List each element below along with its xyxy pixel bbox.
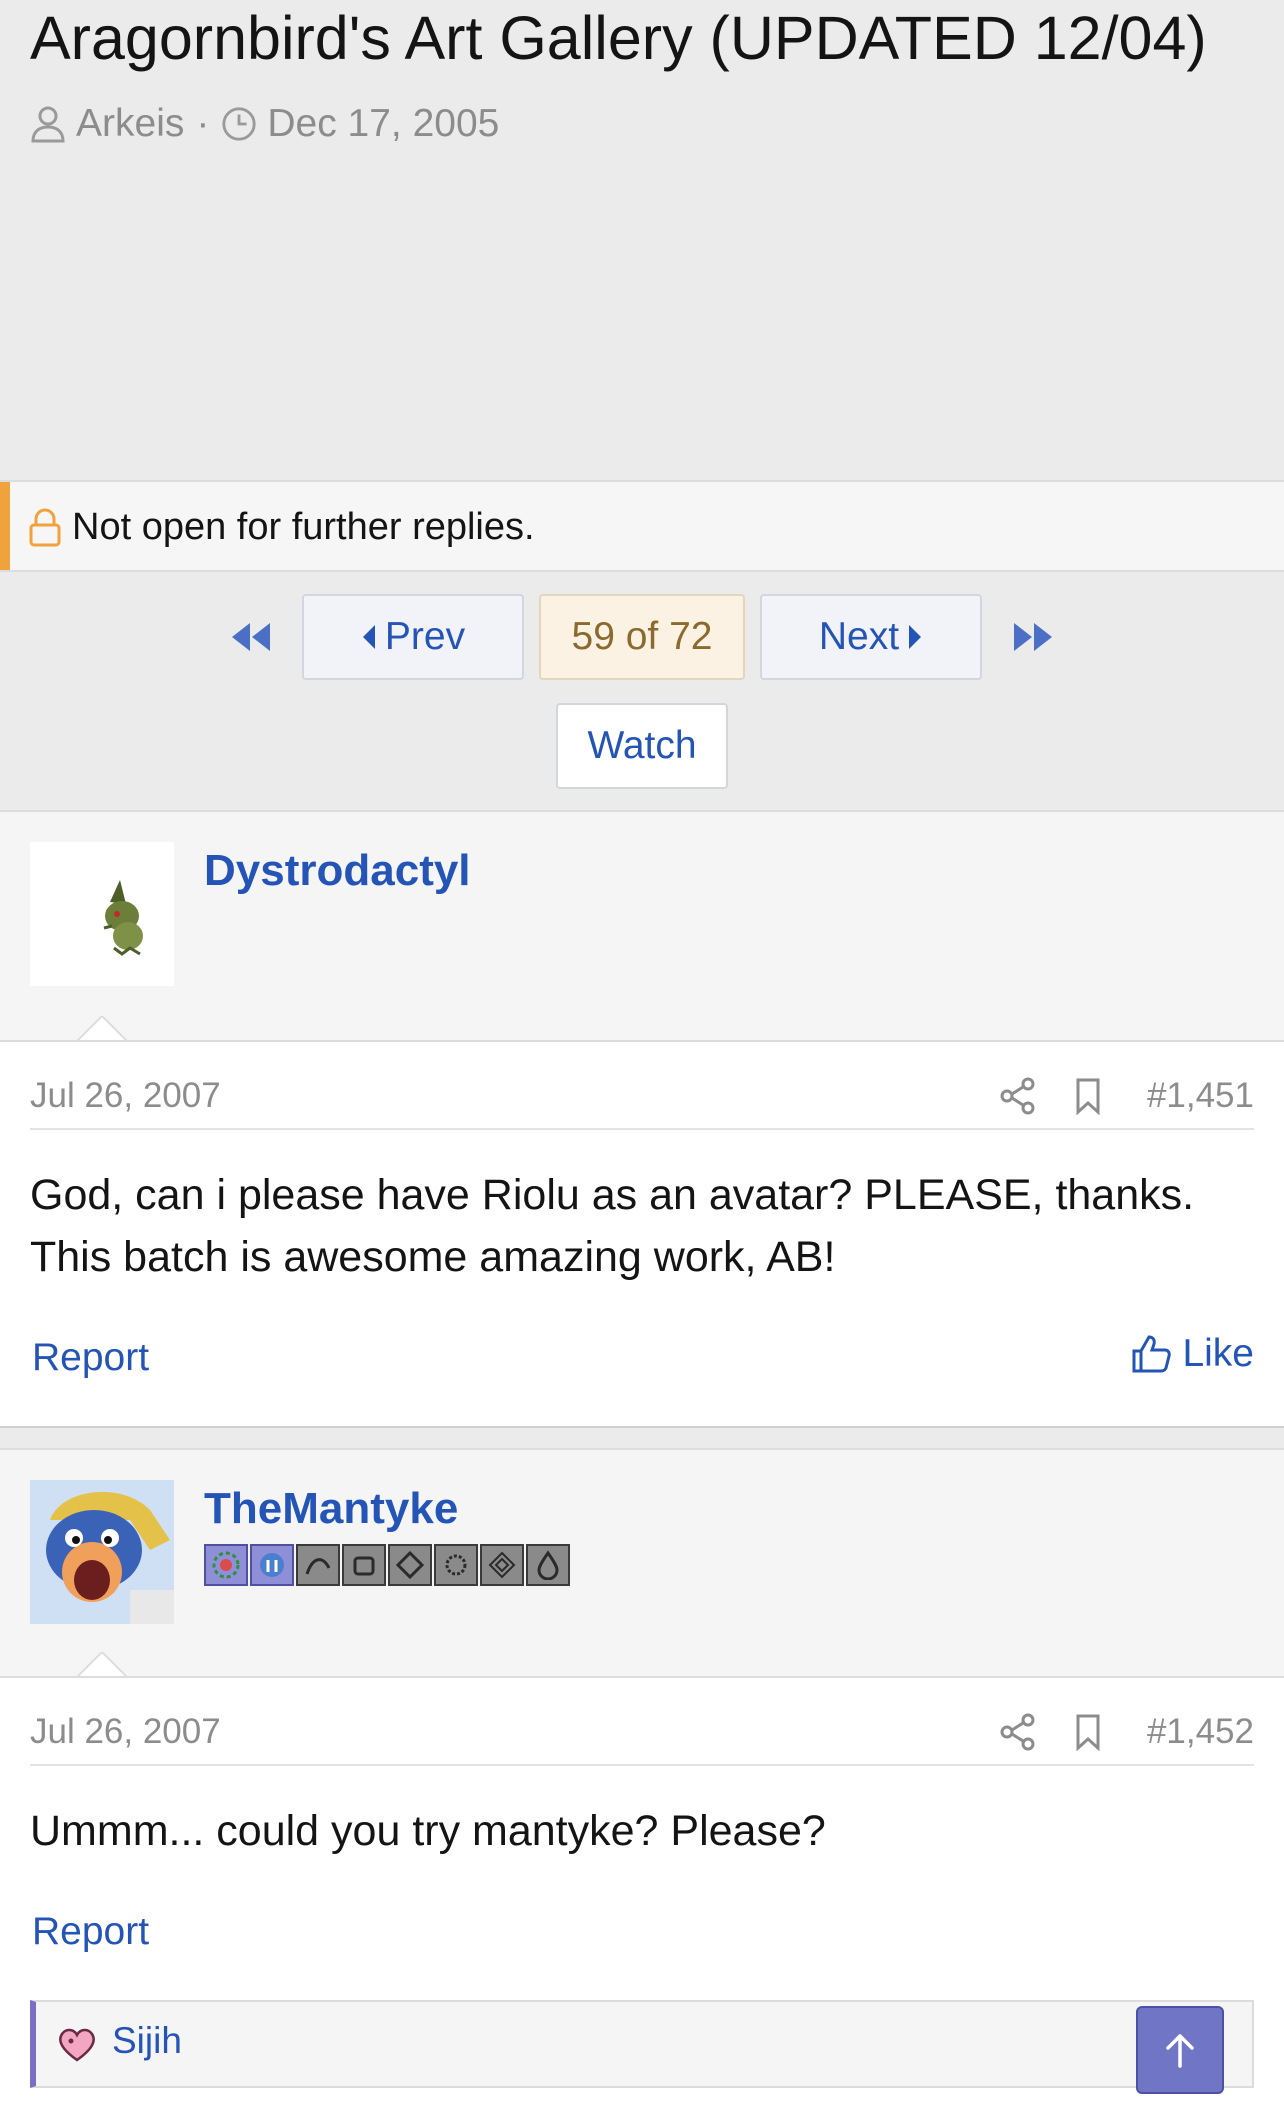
report-link[interactable]: Report (32, 1910, 149, 1954)
thread-title: Aragornbird's Art Gallery (UPDATED 12/04… (30, 4, 1207, 72)
post-number[interactable]: #1,451 (1147, 1076, 1254, 1116)
thread-meta: Arkeis · Dec 17, 2005 (30, 100, 499, 148)
post-text: God, can i please have Riolu as an avata… (30, 1164, 1260, 1288)
sprite-avatar-icon (103, 880, 143, 956)
caret-left-icon (362, 625, 375, 649)
share-icon[interactable] (998, 1076, 1038, 1116)
post-number[interactable]: #1,452 (1147, 1712, 1254, 1752)
prev-page-button[interactable]: Prev (302, 594, 524, 680)
post-text: Ummm... could you try mantyke? Please? (30, 1800, 1260, 1862)
post-header-divider (30, 1764, 1254, 1766)
clock-icon (222, 107, 256, 141)
watch-button[interactable]: Watch (556, 703, 728, 789)
thread-author[interactable]: Arkeis (76, 102, 184, 146)
post-header-divider (30, 1128, 1254, 1130)
double-chevron-right-icon (1014, 623, 1052, 651)
badge-3-icon (296, 1544, 340, 1586)
post-date[interactable]: Jul 26, 2007 (30, 1076, 221, 1116)
thumbs-up-icon (1132, 1335, 1172, 1373)
badge-6-icon (434, 1544, 478, 1586)
lock-icon (29, 508, 61, 547)
scroll-to-top-button[interactable] (1136, 2006, 1224, 2094)
arrow-up-icon (1166, 2034, 1194, 2068)
last-page-button[interactable] (1004, 594, 1064, 680)
double-chevron-left-icon (232, 623, 270, 651)
locked-notice: Not open for further replies. (0, 480, 1284, 572)
caret-right-icon (909, 625, 922, 649)
notice-accent-bar (0, 482, 10, 570)
thread-date[interactable]: Dec 17, 2005 (267, 102, 499, 146)
locked-notice-text: Not open for further replies. (72, 506, 535, 548)
meta-separator: · (196, 102, 210, 145)
reactions-bar[interactable]: Sijih (30, 2000, 1254, 2088)
next-label: Next (818, 615, 900, 658)
post-text-line: This batch is awesome amazing work, AB! (30, 1233, 836, 1281)
first-page-button[interactable] (220, 594, 280, 680)
post-separator (0, 1426, 1284, 1448)
penguin-king-avatar-icon (30, 1480, 174, 1624)
badge-5-icon (388, 1544, 432, 1586)
post-text-line: Ummm... could you try mantyke? Please? (30, 1807, 826, 1855)
prev-label: Prev (384, 615, 466, 658)
reaction-user-link[interactable]: Sijih (112, 2020, 182, 2062)
badge-2-icon (250, 1544, 294, 1586)
post-username[interactable]: TheMantyke (204, 1484, 458, 1534)
bookmark-icon[interactable] (1068, 1076, 1108, 1116)
message-arrow-icon (76, 1652, 128, 1678)
like-label: Like (1182, 1332, 1254, 1375)
heart-reaction-icon (59, 2028, 95, 2062)
badge-1-icon (204, 1544, 248, 1586)
post-user-band (0, 1448, 1284, 1678)
badge-7-icon (480, 1544, 524, 1586)
like-button[interactable]: Like (1130, 1332, 1254, 1376)
post-username[interactable]: Dystrodactyl (204, 846, 471, 896)
avatar[interactable] (30, 1480, 174, 1624)
post-date[interactable]: Jul 26, 2007 (30, 1712, 221, 1752)
report-link[interactable]: Report (32, 1336, 149, 1380)
user-icon (31, 106, 65, 143)
current-page-label: 59 of 72 (571, 615, 713, 658)
post-user-band (0, 810, 1284, 1042)
avatar[interactable] (30, 842, 174, 986)
badge-row (204, 1544, 570, 1586)
badge-8-icon (526, 1544, 570, 1586)
share-icon[interactable] (998, 1712, 1038, 1752)
post-text-line: God, can i please have Riolu as an avata… (30, 1171, 1195, 1219)
bookmark-icon[interactable] (1068, 1712, 1108, 1752)
current-page-indicator[interactable]: 59 of 72 (539, 594, 745, 680)
next-page-button[interactable]: Next (760, 594, 982, 680)
message-arrow-icon (76, 1016, 128, 1042)
badge-4-icon (342, 1544, 386, 1586)
watch-label: Watch (587, 724, 697, 767)
